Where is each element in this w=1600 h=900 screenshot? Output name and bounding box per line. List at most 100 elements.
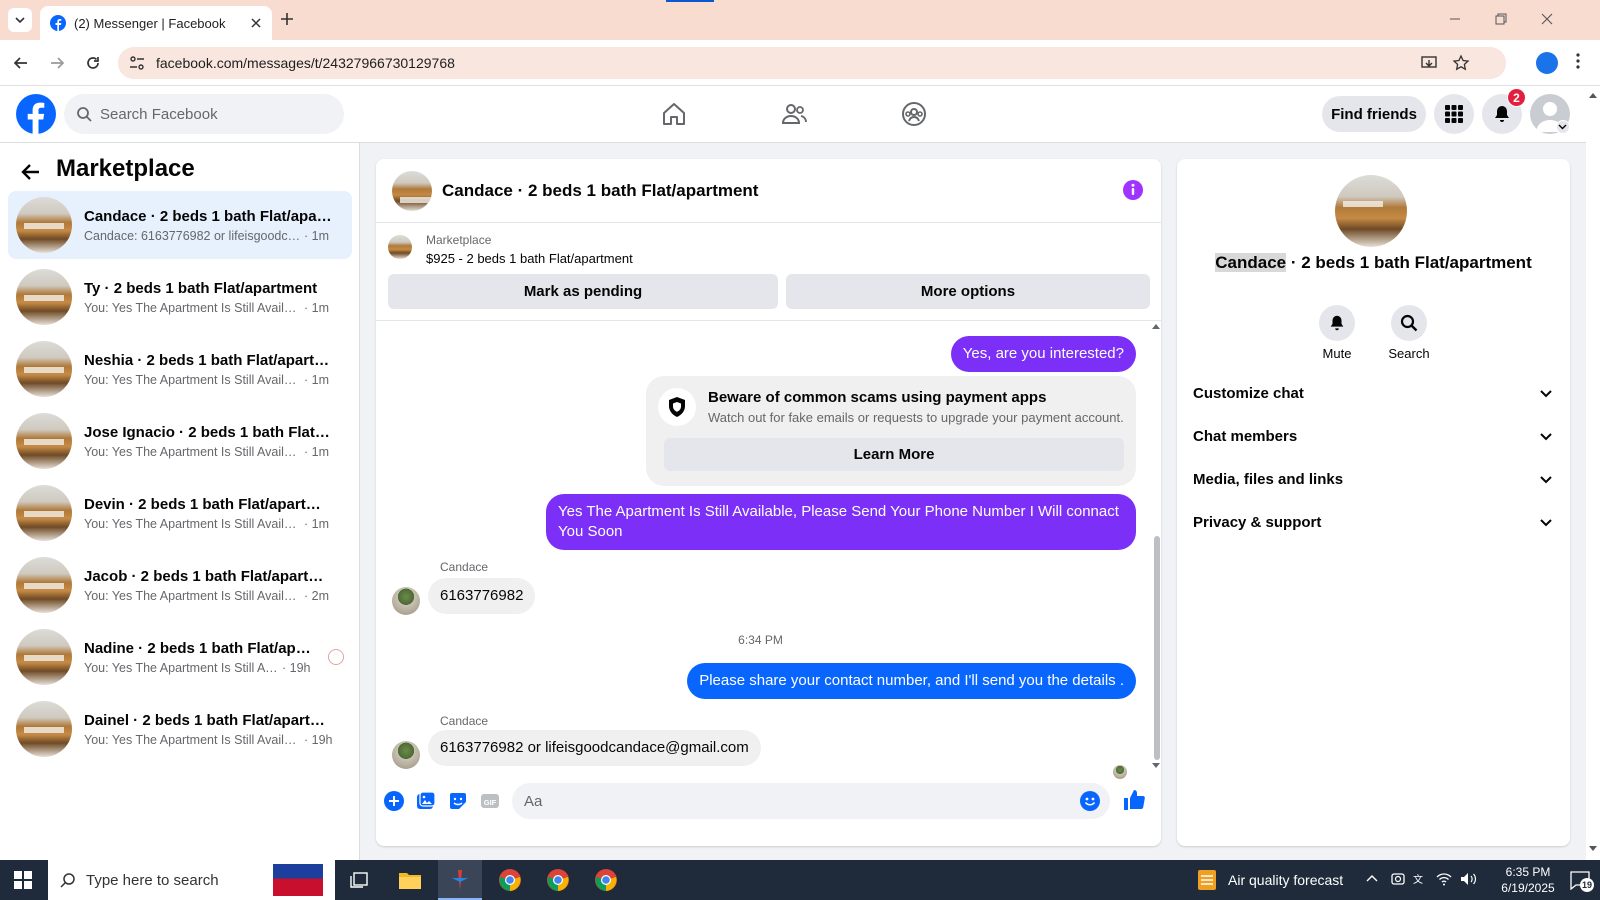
tab-search-button[interactable] [8, 8, 32, 32]
section-label: Customize chat [1193, 384, 1304, 402]
message-list[interactable]: Yes, are you interested? Beware of commo… [376, 322, 1161, 779]
search-action[interactable] [1389, 305, 1429, 341]
sticker-button[interactable] [448, 791, 468, 811]
forward-button[interactable] [48, 54, 66, 72]
find-friends-button[interactable]: Find friends [1322, 96, 1426, 132]
conversation-item[interactable]: Neshia · 2 beds 1 bath Flat/apartment Yo… [8, 335, 352, 403]
account-chevron[interactable] [1556, 120, 1570, 134]
file-explorer-taskbar-app[interactable] [398, 869, 422, 891]
chat-scrollbar-thumb[interactable] [1154, 536, 1160, 760]
back-to-marketplace-button[interactable] [20, 161, 42, 183]
minimize-button[interactable] [1448, 12, 1462, 26]
chrome-profile-taskbar-app[interactable] [546, 868, 570, 892]
outgoing-message[interactable]: Please share your contact number, and I'… [687, 663, 1136, 699]
install-app-icon[interactable] [1420, 54, 1438, 72]
show-hidden-icons-button[interactable] [1366, 873, 1378, 883]
new-tab-button[interactable] [278, 10, 296, 28]
search-in-chat-button[interactable] [1391, 305, 1427, 341]
conversation-preview: You: Yes The Apartment Is Still Availabl… [84, 300, 302, 315]
nav-friends[interactable] [780, 100, 808, 128]
conversation-time: · 19h [304, 732, 333, 747]
scroll-down-arrow-icon[interactable] [1151, 762, 1161, 770]
mark-as-pending-button[interactable]: Mark as pending [388, 274, 778, 309]
message-input[interactable]: Aa [512, 783, 1110, 819]
section-chat-members[interactable]: Chat members [1193, 418, 1553, 454]
menu-button[interactable] [1434, 94, 1474, 134]
conversation-item[interactable]: Jose Ignacio · 2 beds 1 bath Flat/apartm… [8, 407, 352, 475]
listing-description[interactable]: $925 - 2 beds 1 bath Flat/apartment [426, 251, 633, 266]
mute-action[interactable] [1317, 305, 1357, 341]
bookmark-star-icon[interactable] [1452, 54, 1470, 72]
page-scrollbar[interactable] [1586, 86, 1600, 860]
chat-avatar[interactable] [392, 171, 432, 211]
groups-icon [902, 102, 926, 126]
more-actions-button[interactable] [384, 791, 404, 811]
scroll-up-arrow-icon[interactable] [1589, 92, 1597, 98]
search-icon [60, 873, 75, 888]
window-close-button[interactable] [1540, 12, 1554, 26]
action-center-button[interactable]: 19 [1570, 870, 1594, 892]
listing-label: Marketplace [426, 233, 492, 247]
scroll-up-arrow-icon[interactable] [1151, 322, 1161, 330]
tray-language-icon[interactable]: 文 [1412, 871, 1428, 887]
conversation-time: · 1m [304, 228, 329, 243]
profile-avatar[interactable] [1536, 52, 1558, 74]
mute-button[interactable] [1319, 305, 1355, 341]
weather-text[interactable]: Air quality forecast [1228, 872, 1343, 888]
details-avatar[interactable] [1335, 175, 1407, 247]
conversation-item[interactable]: Devin · 2 beds 1 bath Flat/apartment You… [8, 479, 352, 547]
outgoing-message[interactable]: Yes The Apartment Is Still Available, Pl… [546, 494, 1136, 550]
conversation-info-button[interactable] [1122, 179, 1144, 201]
app-icon [452, 870, 468, 890]
conversation-item[interactable]: Dainel · 2 beds 1 bath Flat/apartment Yo… [8, 695, 352, 763]
task-view-button[interactable] [350, 871, 368, 889]
conversation-item[interactable]: Candace · 2 beds 1 bath Flat/apartment C… [8, 191, 352, 259]
reload-button[interactable] [84, 54, 102, 72]
address-bar[interactable]: facebook.com/messages/t/2432796673012976… [118, 47, 1506, 79]
conversation-time: · 1m [304, 372, 329, 387]
like-button[interactable] [1122, 788, 1146, 812]
close-icon[interactable] [250, 17, 262, 29]
section-customize-chat[interactable]: Customize chat [1193, 375, 1553, 411]
sender-avatar[interactable] [392, 587, 420, 615]
learn-more-button[interactable]: Learn More [664, 438, 1124, 471]
minimize-icon [1450, 18, 1460, 20]
chrome-taskbar-app[interactable] [498, 868, 522, 892]
facebook-logo[interactable] [16, 94, 56, 134]
search-placeholder: Search Facebook [100, 105, 218, 123]
conversation-item[interactable]: Nadine · 2 beds 1 bath Flat/apartment Yo… [8, 623, 352, 691]
incoming-message[interactable]: 6163776982 or lifeisgoodcandace@gmail.co… [428, 730, 761, 766]
conversation-title: Candace · 2 beds 1 bath Flat/apartment [84, 207, 332, 225]
weather-widget[interactable] [1196, 868, 1218, 892]
scroll-down-arrow-icon[interactable] [1589, 846, 1597, 852]
taskbar-search-box[interactable]: Type here to search [48, 860, 335, 900]
folder-icon [399, 873, 421, 889]
tray-meet-now-icon[interactable] [1390, 871, 1406, 887]
emoji-icon[interactable] [1080, 791, 1100, 811]
chrome-profile-taskbar-app[interactable] [594, 868, 618, 892]
browser-menu-button[interactable] [1576, 52, 1580, 70]
restore-button[interactable] [1494, 12, 1508, 26]
incoming-message[interactable]: 6163776982 [428, 578, 536, 614]
taskbar-clock[interactable]: 6:35 PM 6/19/2025 [1488, 864, 1568, 896]
conversation-item[interactable]: Ty · 2 beds 1 bath Flat/apartment You: Y… [8, 263, 352, 331]
section-media-files-links[interactable]: Media, files and links [1193, 461, 1553, 497]
nav-home[interactable] [660, 100, 688, 128]
nav-groups[interactable] [900, 100, 928, 128]
gif-button[interactable]: GIF [480, 791, 500, 811]
sender-avatar[interactable] [392, 741, 420, 769]
chat-title[interactable]: Candace · 2 beds 1 bath Flat/apartment [442, 181, 758, 201]
start-button[interactable] [14, 871, 32, 889]
outgoing-message[interactable]: Yes, are you interested? [950, 336, 1136, 372]
browser-tab[interactable]: (2) Messenger | Facebook [40, 6, 272, 40]
section-privacy-support[interactable]: Privacy & support [1193, 504, 1553, 540]
more-options-button[interactable]: More options [786, 274, 1150, 309]
tray-network-icon[interactable] [1436, 871, 1452, 887]
back-button[interactable] [12, 54, 30, 72]
active-taskbar-app[interactable] [438, 860, 482, 900]
tray-volume-icon[interactable] [1460, 871, 1478, 887]
attach-photo-button[interactable] [416, 791, 436, 811]
conversation-item[interactable]: Jacob · 2 beds 1 bath Flat/apartment You… [8, 551, 352, 619]
facebook-search-input[interactable]: Search Facebook [64, 94, 344, 134]
site-settings-icon[interactable] [128, 55, 146, 71]
